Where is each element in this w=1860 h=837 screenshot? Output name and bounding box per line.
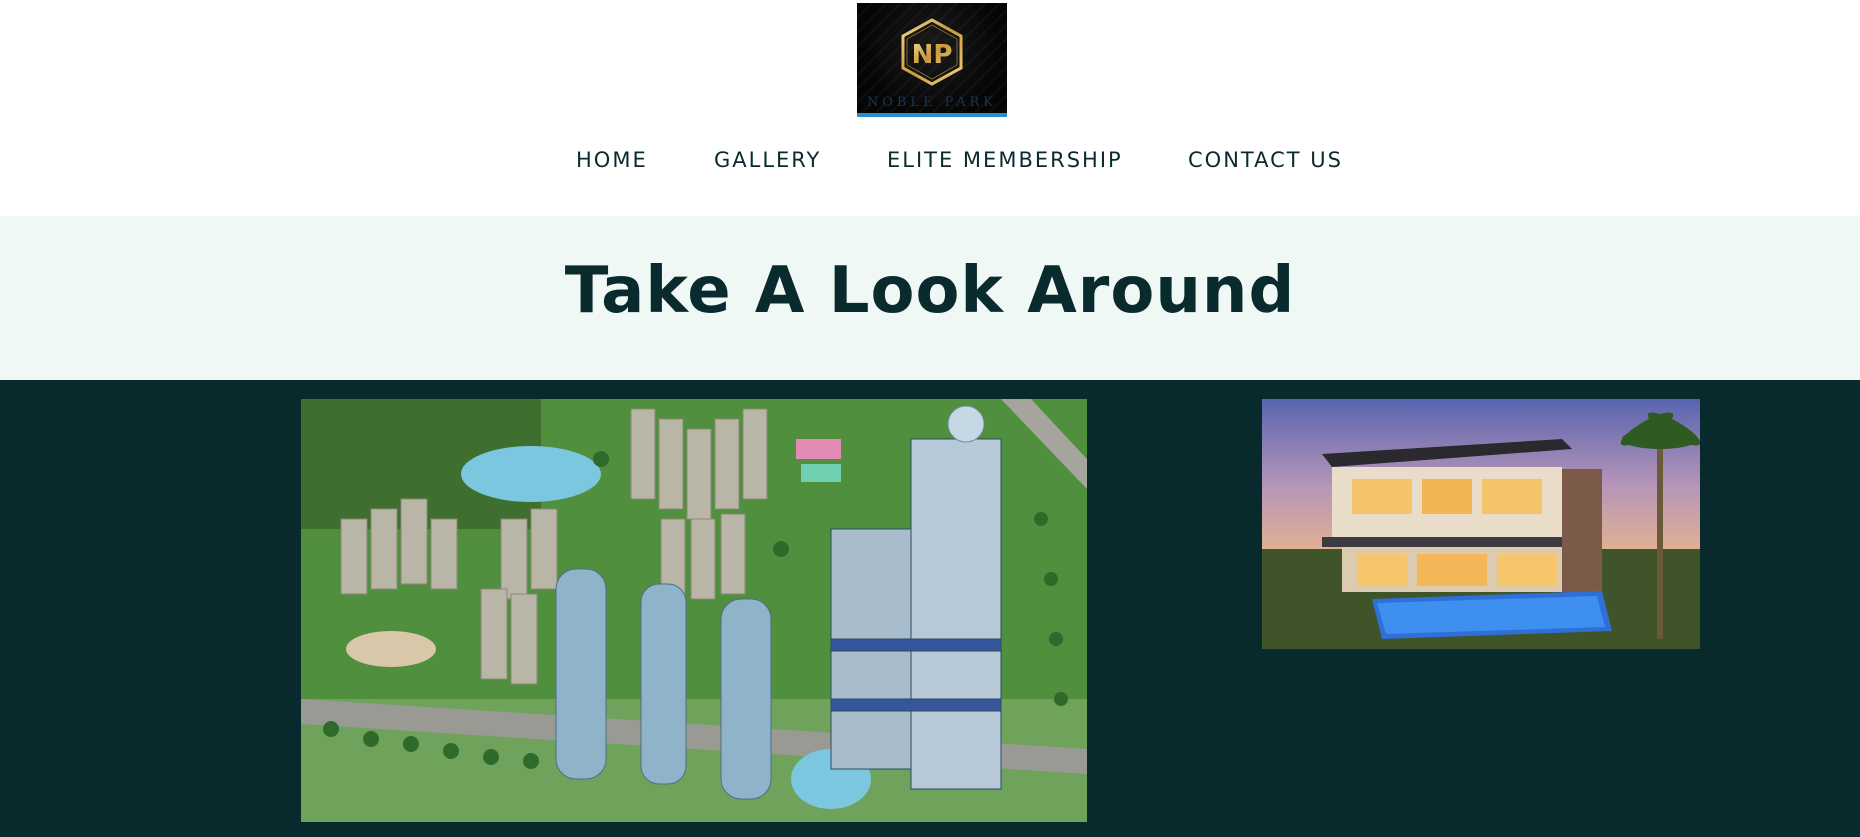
nav-home-link[interactable]: HOME <box>576 148 648 172</box>
gallery-section <box>0 380 1860 837</box>
gallery-image-aerial-towers[interactable] <box>301 399 1087 822</box>
villa-illustration <box>1262 399 1700 649</box>
brand-logo[interactable]: NP NOBLE PARK <box>857 3 1007 117</box>
svg-text:NP: NP <box>912 40 953 70</box>
nav-gallery-link[interactable]: GALLERY <box>714 148 821 172</box>
nav-contact-us-link[interactable]: CONTACT US <box>1188 148 1343 172</box>
nav-elite-membership-link[interactable]: ELITE MEMBERSHIP <box>887 148 1123 172</box>
main-nav: HOME GALLERY ELITE MEMBERSHIP CONTACT US <box>0 140 1860 184</box>
brand-wordmark: NOBLE PARK <box>866 95 998 110</box>
aerial-towers-illustration <box>301 399 1087 822</box>
gallery-image-luxury-villa[interactable] <box>1262 399 1700 649</box>
hero-band: Take A Look Around <box>0 216 1860 380</box>
page-title: Take A Look Around <box>564 254 1296 328</box>
site-header: NP NOBLE PARK HOME GALLERY ELITE MEMBERS… <box>0 0 1860 216</box>
